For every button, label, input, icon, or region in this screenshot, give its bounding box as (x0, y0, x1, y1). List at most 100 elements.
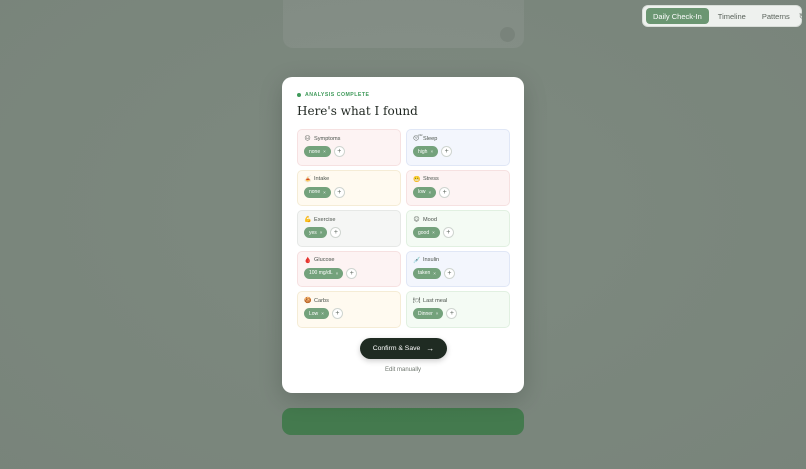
view-switcher: Daily Check-In Timeline Patterns ↻ (642, 5, 805, 27)
remove-chip-icon[interactable]: × (321, 311, 324, 316)
value-chip[interactable]: low × (413, 186, 437, 198)
exercise-icon: 💪 (304, 217, 312, 223)
finding-header: 💪 Exercise (304, 216, 394, 224)
add-value-button[interactable]: + (346, 267, 358, 279)
tab-daily-check-in[interactable]: Daily Check-In (646, 8, 709, 24)
finding-header: 💉 Insulin (413, 257, 503, 264)
finding-label: Intake (314, 176, 330, 182)
value-chip-label: Low (309, 310, 319, 317)
remove-chip-icon[interactable]: × (320, 230, 323, 235)
finding-values: low × + (413, 186, 503, 198)
remove-chip-icon[interactable]: × (336, 271, 339, 276)
value-chip-label: taken (418, 270, 431, 276)
finding-header: 😴 Sleep (413, 135, 503, 143)
finding-label: Last meal (423, 297, 448, 304)
tab-timeline[interactable]: Timeline (711, 8, 753, 24)
value-chip[interactable]: 100 mg/dL × (304, 267, 344, 279)
tab-patterns[interactable]: Patterns (755, 8, 797, 24)
finding-label: Glucose (314, 257, 335, 263)
add-value-button[interactable]: + (333, 146, 345, 157)
finding-values: Dinner × + (413, 308, 503, 319)
finding-values: 100 mg/dL × + (304, 267, 394, 279)
remove-chip-icon[interactable]: × (433, 271, 436, 276)
analysis-status: ANALYSIS COMPLETE (297, 92, 370, 98)
finding-card-carbs: 🍪 Carbs Low × + (297, 291, 401, 328)
finding-header: 🍪 Carbs (304, 297, 394, 305)
add-value-button[interactable]: + (330, 227, 342, 238)
finding-label: Mood (423, 216, 437, 223)
confirm-save-button[interactable]: Confirm & Save → (360, 338, 447, 359)
finding-card-glucose: 🩸 Glucose 100 mg/dL × + (297, 250, 401, 287)
remove-chip-icon[interactable]: × (429, 190, 432, 195)
value-chip-label: none (309, 148, 321, 155)
value-chip[interactable]: Dinner × (413, 308, 444, 319)
value-chip-label: yes (309, 229, 317, 236)
arrow-right-icon: → (426, 344, 435, 353)
sleep-icon: 😴 (413, 136, 423, 142)
finding-card-exercise: 💪 Exercise yes × + (297, 210, 401, 247)
add-value-button[interactable]: + (333, 186, 345, 198)
add-value-button[interactable]: + (439, 186, 451, 198)
finding-label: Exercise (314, 216, 336, 223)
remove-chip-icon[interactable]: × (436, 311, 439, 316)
add-value-button[interactable]: + (331, 308, 343, 319)
value-chip[interactable]: taken × (413, 267, 441, 279)
finding-label: Sleep (423, 135, 438, 142)
finding-values: none × + (304, 146, 394, 157)
status-dot-icon (297, 93, 301, 97)
value-chip-label: high (418, 148, 428, 155)
value-chip[interactable]: good × (413, 227, 440, 238)
finding-label: Insulin (423, 257, 440, 263)
finding-values: high × + (413, 146, 503, 157)
mood-icon: 😊 (413, 217, 420, 223)
confirm-save-label: Confirm & Save (372, 345, 421, 352)
finding-card-last-meal: 🍽 Last meal Dinner × + (406, 291, 510, 328)
add-value-button[interactable]: + (446, 308, 458, 319)
finding-header: 😬 Stress (413, 176, 503, 183)
glucose-icon: 🩸 (304, 257, 312, 264)
value-chip[interactable]: high × (413, 146, 439, 157)
analysis-modal: ANALYSIS COMPLETE Here's what I found 😐 S… (282, 77, 524, 393)
insulin-icon: 💉 (413, 257, 421, 264)
add-value-button[interactable]: + (443, 267, 455, 279)
value-chip-label: none (309, 189, 321, 195)
modal-title: Here's what I found (297, 104, 418, 118)
value-chip-label: low (418, 189, 426, 195)
finding-card-symptoms: 😐 Symptoms none × + (297, 129, 401, 166)
finding-card-mood: 😊 Mood good × + (406, 210, 510, 247)
value-chip-label: good (418, 229, 430, 236)
finding-header: 🍝 Intake (304, 176, 394, 183)
finding-header: 😊 Mood (413, 216, 503, 224)
value-chip[interactable]: Low × (304, 308, 329, 319)
remove-chip-icon[interactable]: × (323, 149, 326, 154)
value-chip[interactable]: yes × (304, 227, 328, 238)
symptoms-icon: 😐 (304, 136, 311, 142)
finding-label: Symptoms (314, 135, 341, 142)
intake-icon: 🍝 (304, 176, 312, 183)
status-label: ANALYSIS COMPLETE (305, 92, 370, 98)
carbs-icon: 🍪 (304, 298, 312, 304)
finding-values: Low × + (304, 308, 394, 319)
add-value-button[interactable]: + (441, 146, 453, 157)
value-chip-label: 100 mg/dL (309, 270, 333, 276)
value-chip-label: Dinner (418, 310, 433, 317)
finding-values: yes × + (304, 227, 394, 238)
remove-chip-icon[interactable]: × (430, 149, 433, 154)
value-chip[interactable]: none × (304, 186, 331, 198)
value-chip[interactable]: none × (304, 146, 331, 157)
finding-label: Stress (423, 176, 439, 182)
finding-header: 🍽 Last meal (413, 297, 503, 305)
remove-chip-icon[interactable]: × (432, 230, 435, 235)
remove-chip-icon[interactable]: × (323, 190, 326, 195)
finding-header: 😐 Symptoms (304, 135, 394, 143)
finding-label: Carbs (314, 297, 329, 304)
edit-manually-link[interactable]: Edit manually (282, 367, 524, 373)
finding-card-sleep: 😴 Sleep high × + (406, 129, 510, 166)
last-meal-icon: 🍽 (413, 298, 421, 304)
stress-icon: 😬 (413, 176, 421, 183)
add-value-button[interactable]: + (442, 227, 454, 238)
finding-values: good × + (413, 227, 503, 238)
refresh-icon[interactable]: ↻ (799, 12, 806, 21)
finding-card-stress: 😬 Stress low × + (406, 169, 510, 206)
finding-card-insulin: 💉 Insulin taken × + (406, 250, 510, 287)
